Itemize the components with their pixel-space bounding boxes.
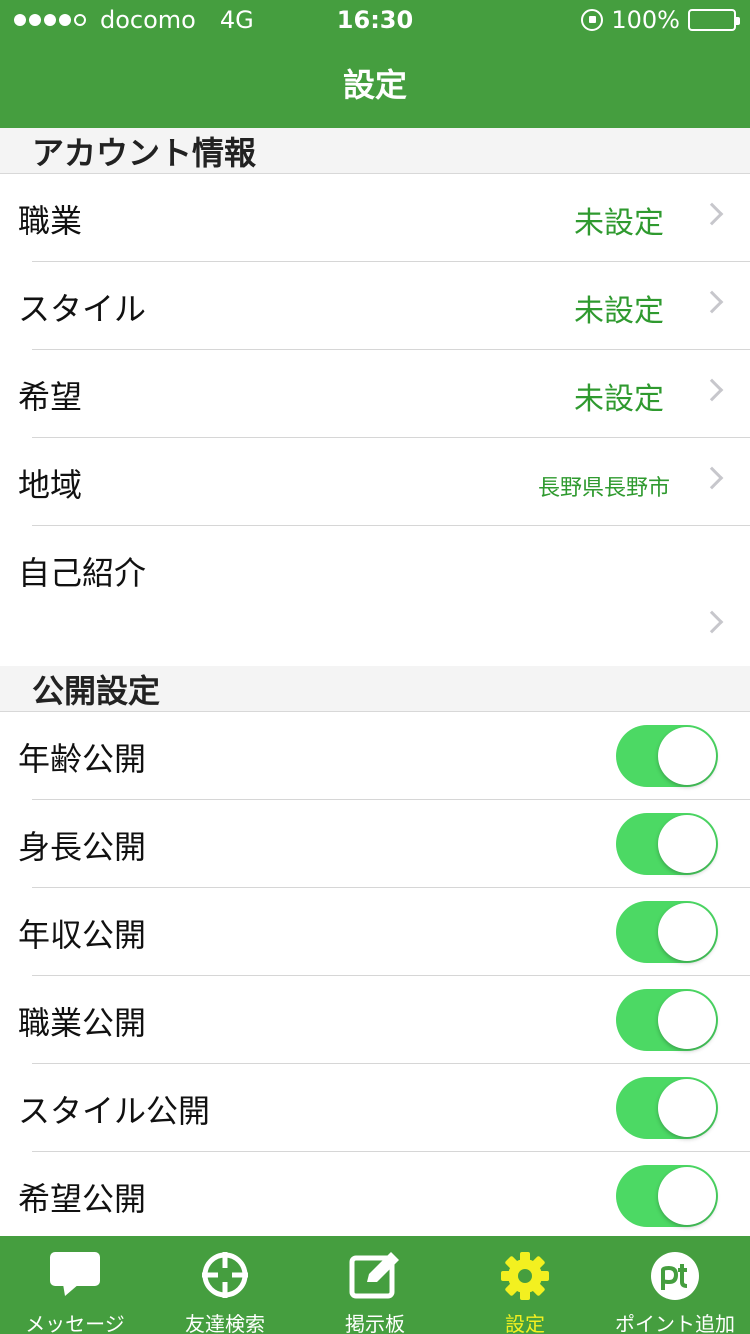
row-label: 職業 [18, 202, 83, 240]
row-income-visibility: 年収公開 [0, 888, 750, 976]
row-label: 自己紹介 [18, 554, 147, 592]
edit-icon [349, 1250, 401, 1304]
gear-icon [499, 1250, 551, 1306]
crosshair-icon [200, 1250, 250, 1304]
orientation-lock-icon [581, 9, 604, 31]
battery-percent: 100% [611, 6, 680, 34]
tab-label: メッセージ [25, 1312, 125, 1334]
style-visibility-toggle[interactable] [616, 1077, 718, 1139]
row-value: 未設定 [574, 206, 664, 241]
row-region[interactable]: 地域 長野県長野市 [0, 438, 750, 526]
tab-messages[interactable]: メッセージ [0, 1236, 150, 1334]
chevron-right-icon [700, 610, 724, 634]
message-icon [49, 1250, 101, 1302]
row-self-introduction[interactable]: 自己紹介 [0, 526, 750, 662]
row-value: 未設定 [574, 294, 664, 329]
chevron-right-icon [700, 202, 724, 226]
row-label: 職業公開 [18, 1004, 147, 1042]
tab-friend-search[interactable]: 友達検索 [150, 1236, 300, 1334]
tab-bar: メッセージ 友達検索 掲示板 設定 ポイント追加 [0, 1236, 750, 1334]
row-label: 年収公開 [18, 916, 147, 954]
chevron-right-icon [700, 378, 724, 402]
tab-label: 設定 [505, 1312, 545, 1334]
status-bar: docomo 4G 16:30 100% [0, 0, 750, 40]
row-style-visibility: スタイル公開 [0, 1064, 750, 1152]
page-title: 設定 [342, 66, 407, 104]
row-preference-visibility: 希望公開 [0, 1152, 750, 1240]
row-label: スタイル [18, 290, 147, 328]
row-label: 希望公開 [18, 1180, 147, 1218]
row-label: 年齢公開 [18, 740, 147, 778]
row-label: 身長公開 [18, 828, 147, 866]
row-preference[interactable]: 希望 未設定 [0, 350, 750, 438]
income-visibility-toggle[interactable] [616, 901, 718, 963]
points-icon [649, 1250, 701, 1306]
row-occupation-visibility: 職業公開 [0, 976, 750, 1064]
occupation-visibility-toggle[interactable] [616, 989, 718, 1051]
row-value: 長野県長野市 [537, 476, 670, 501]
preference-visibility-toggle[interactable] [616, 1165, 718, 1227]
tab-label: ポイント追加 [615, 1312, 735, 1334]
tab-settings[interactable]: 設定 [450, 1236, 600, 1334]
row-label: 地域 [18, 466, 83, 504]
height-visibility-toggle[interactable] [616, 813, 718, 875]
row-label: スタイル公開 [18, 1092, 211, 1130]
row-height-visibility: 身長公開 [0, 800, 750, 888]
tab-add-points[interactable]: ポイント追加 [600, 1236, 750, 1334]
chevron-right-icon [700, 466, 724, 490]
section-header-account: アカウント情報 [0, 128, 750, 174]
tab-label: 掲示板 [345, 1312, 405, 1334]
age-visibility-toggle[interactable] [616, 725, 718, 787]
battery-icon [688, 9, 740, 31]
section-header-visibility: 公開設定 [0, 666, 750, 712]
tab-board[interactable]: 掲示板 [300, 1236, 450, 1334]
row-value: 未設定 [574, 382, 664, 417]
chevron-right-icon [700, 290, 724, 314]
row-age-visibility: 年齢公開 [0, 712, 750, 800]
top-bar: docomo 4G 16:30 100% 設定 [0, 0, 750, 128]
tab-label: 友達検索 [185, 1312, 265, 1334]
row-occupation[interactable]: 職業 未設定 [0, 174, 750, 262]
row-label: 希望 [18, 378, 83, 416]
row-style[interactable]: スタイル 未設定 [0, 262, 750, 350]
